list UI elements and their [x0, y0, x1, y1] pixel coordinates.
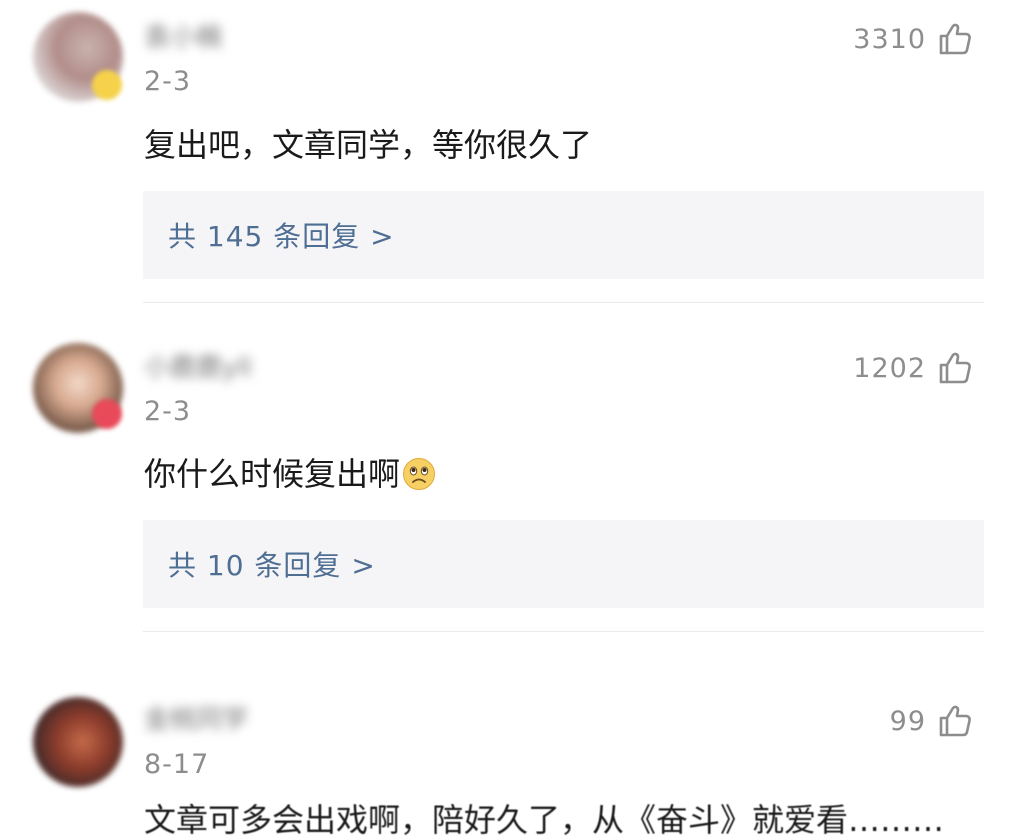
- comment-item: 小鹿鹿yll 2-3 1202 你什么时候复出啊 共 10 条回复 >: [0, 303, 1016, 633]
- divider: [143, 631, 984, 632]
- like-count: 3310: [853, 23, 926, 55]
- comment-text: 你什么时候复出啊: [144, 454, 436, 494]
- like-button[interactable]: 1202: [853, 348, 972, 388]
- worried-face-icon: [403, 458, 436, 490]
- username[interactable]: 袁小楠: [144, 23, 222, 53]
- like-button[interactable]: 99: [890, 701, 972, 741]
- avatar-badge: [92, 399, 122, 429]
- replies-panel[interactable]: 共 145 条回复 >: [143, 191, 984, 279]
- view-replies-link[interactable]: 共 145 条回复 >: [168, 215, 395, 255]
- comment-date: 2-3: [144, 396, 192, 427]
- replies-panel[interactable]: 共 10 条回复 >: [143, 520, 984, 608]
- username[interactable]: 金桃同学: [144, 705, 248, 735]
- like-count: 99: [889, 705, 926, 737]
- thumbs-up-icon[interactable]: [938, 704, 972, 738]
- comment-text-body: 复出吧，文章同学，等你很久了: [144, 126, 593, 164]
- avatar-badge: [92, 70, 122, 100]
- avatar[interactable]: [33, 697, 123, 787]
- comment-date: 8-17: [144, 749, 210, 780]
- comment-text-truncated: 文章可多会出戏啊，陪好久了，从《奋斗》就爱看………: [144, 801, 945, 839]
- comment-date: 2-3: [144, 66, 192, 97]
- comment-text: 复出吧，文章同学，等你很久了: [144, 125, 592, 165]
- like-count: 1202: [853, 352, 926, 384]
- comment-text-body: 你什么时候复出啊: [144, 455, 401, 493]
- comment-item: 金桃同学 8-17 99: [0, 633, 1016, 818]
- comment-item: 袁小楠 2-3 3310 复出吧，文章同学，等你很久了 共 145 条回复 >: [0, 0, 1016, 303]
- username[interactable]: 小鹿鹿yll: [144, 353, 252, 383]
- thumbs-up-icon[interactable]: [938, 351, 972, 385]
- view-replies-link[interactable]: 共 10 条回复 >: [168, 544, 376, 584]
- thumbs-up-icon[interactable]: [938, 22, 972, 56]
- like-button[interactable]: 3310: [853, 19, 972, 59]
